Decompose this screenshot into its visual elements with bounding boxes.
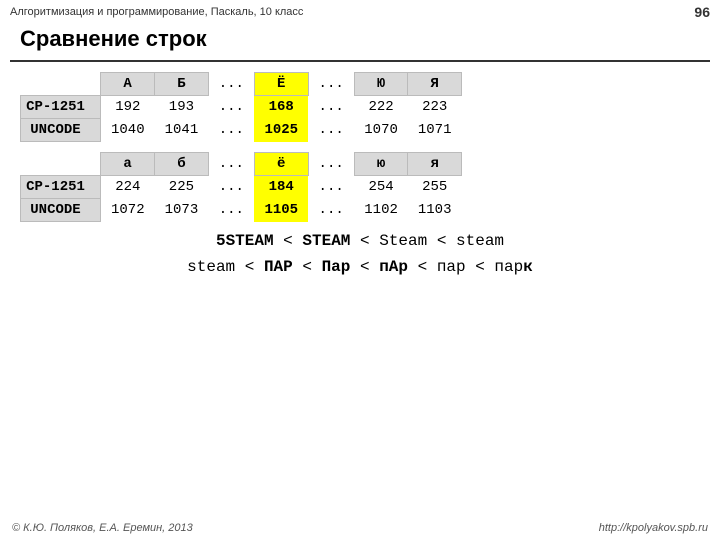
cp1251-Yo: 168 — [254, 96, 308, 119]
label-unicode-lower: UNCODE — [21, 199, 101, 222]
content: А Б ... Ё ... Ю Я CP-1251 192 193 ... 16… — [0, 72, 720, 276]
col-Ya: Я — [408, 73, 462, 96]
lower-table-section: а б ... ё ... ю я CP-1251 224 225 ... 18… — [20, 152, 700, 222]
lower-row-unicode: UNCODE 1072 1073 ... 1105 ... 1102 1103 — [21, 199, 462, 222]
empty-cell — [21, 73, 101, 96]
page-number: 96 — [694, 4, 710, 20]
col-dots2: ... — [308, 73, 354, 96]
cp1251-Yu: 222 — [354, 96, 408, 119]
footer-left: © К.Ю. Поляков, Е.А. Еремин, 2013 — [12, 522, 193, 534]
unicode-yu: 1102 — [354, 199, 408, 222]
header-title: Алгоритмизация и программирование, Паска… — [10, 6, 303, 18]
cp1251-yo: 184 — [254, 176, 308, 199]
lower-row-cp1251: CP-1251 224 225 ... 184 ... 254 255 — [21, 176, 462, 199]
unicode-dots1: ... — [208, 119, 254, 142]
upper-table: А Б ... Ё ... Ю Я CP-1251 192 193 ... 16… — [20, 72, 462, 142]
unicode-dots3: ... — [208, 199, 254, 222]
cp1251-A: 192 — [101, 96, 155, 119]
col-dots4: ... — [308, 153, 354, 176]
col-ya: я — [408, 153, 462, 176]
label-cp1251-lower: CP-1251 — [21, 176, 101, 199]
col-Yu: Ю — [354, 73, 408, 96]
col-B: Б — [155, 73, 209, 96]
empty-cell-lower — [21, 153, 101, 176]
slide-title: Сравнение строк — [10, 22, 710, 62]
col-A: А — [101, 73, 155, 96]
cp1251-dots1: ... — [208, 96, 254, 119]
upper-row-unicode: UNCODE 1040 1041 ... 1025 ... 1070 1071 — [21, 119, 462, 142]
unicode-dots4: ... — [308, 199, 354, 222]
cp1251-ya: 255 — [408, 176, 462, 199]
col-dots1: ... — [208, 73, 254, 96]
unicode-A: 1040 — [101, 119, 155, 142]
cp1251-Ya: 223 — [408, 96, 462, 119]
footer-right: http://kpolyakov.spb.ru — [599, 522, 708, 534]
col-b: б — [155, 153, 209, 176]
unicode-Ya: 1071 — [408, 119, 462, 142]
unicode-Yo: 1025 — [254, 119, 308, 142]
comparison-line-2: steam < ПАР < Пар < пАр < пар < парк — [20, 258, 700, 276]
unicode-yo: 1105 — [254, 199, 308, 222]
lower-table: а б ... ё ... ю я CP-1251 224 225 ... 18… — [20, 152, 462, 222]
cp1251-a: 224 — [101, 176, 155, 199]
cp1251-b: 225 — [155, 176, 209, 199]
comparison-line-1: 5STEAM < STEAM < Steam < steam — [20, 232, 700, 250]
cp1251-dots2: ... — [308, 96, 354, 119]
upper-header-row: А Б ... Ё ... Ю Я — [21, 73, 462, 96]
lower-header-row: а б ... ё ... ю я — [21, 153, 462, 176]
col-yu: ю — [354, 153, 408, 176]
cp1251-yu: 254 — [354, 176, 408, 199]
label-unicode-upper: UNCODE — [21, 119, 101, 142]
unicode-ya: 1103 — [408, 199, 462, 222]
col-dots3: ... — [208, 153, 254, 176]
label-cp1251-upper: CP-1251 — [21, 96, 101, 119]
comparison-text-1: 5STEAM < STEAM < Steam < steam — [216, 232, 504, 250]
header: Алгоритмизация и программирование, Паска… — [0, 0, 720, 22]
unicode-Yu: 1070 — [354, 119, 408, 142]
cp1251-dots4: ... — [308, 176, 354, 199]
unicode-a: 1072 — [101, 199, 155, 222]
unicode-B: 1041 — [155, 119, 209, 142]
upper-row-cp1251: CP-1251 192 193 ... 168 ... 222 223 — [21, 96, 462, 119]
unicode-dots2: ... — [308, 119, 354, 142]
comparison-text-2: steam < ПАР < Пар < пАр < пар < парк — [187, 258, 533, 276]
unicode-b: 1073 — [155, 199, 209, 222]
upper-table-section: А Б ... Ё ... Ю Я CP-1251 192 193 ... 16… — [20, 72, 700, 142]
footer: © К.Ю. Поляков, Е.А. Еремин, 2013 http:/… — [0, 522, 720, 534]
cp1251-B: 193 — [155, 96, 209, 119]
col-a: а — [101, 153, 155, 176]
col-yo: ё — [254, 153, 308, 176]
col-Yo: Ё — [254, 73, 308, 96]
cp1251-dots3: ... — [208, 176, 254, 199]
